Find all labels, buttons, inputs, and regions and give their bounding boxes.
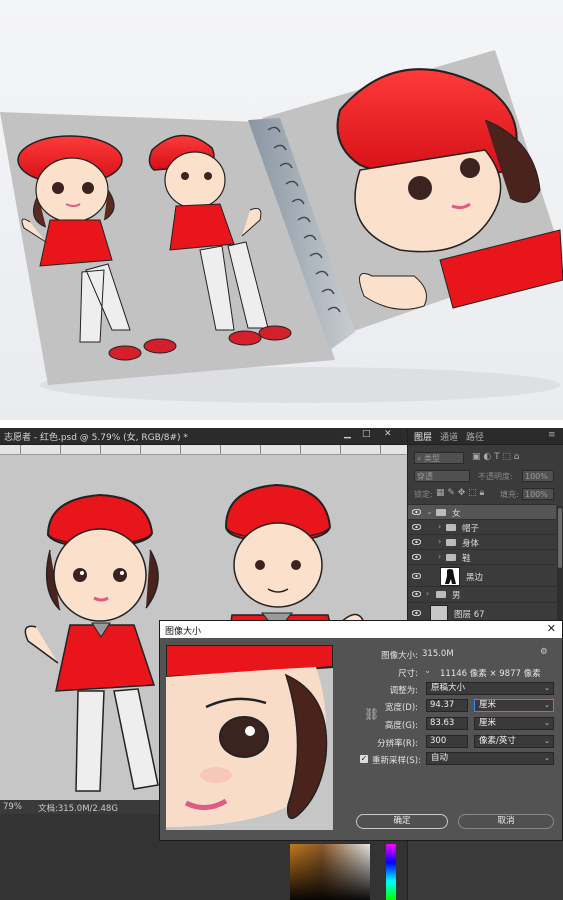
- chevron-right-icon[interactable]: ›: [426, 589, 429, 598]
- visibility-eye-icon[interactable]: [411, 572, 422, 580]
- opacity-input[interactable]: 100%: [522, 470, 554, 482]
- chevron-down-icon: ⌄: [544, 701, 550, 709]
- visibility-eye-icon[interactable]: [411, 590, 422, 598]
- image-size-label: 图像大小:: [381, 651, 418, 661]
- layer-group-body[interactable]: › 身体: [408, 534, 556, 549]
- photoshop-window: 志愿者 - 红色.psd @ 5.79% (女, RGB/8#) * ▁ □ ✕: [0, 428, 563, 900]
- chevron-down-icon[interactable]: ⌄: [426, 507, 433, 516]
- visibility-eye-icon[interactable]: [411, 508, 422, 516]
- layer-filter-row: ⌕ 类型 ▣ ◐ T ⬚ ⌂: [408, 450, 563, 466]
- document-tab-bar: 志愿者 - 红色.psd @ 5.79% (女, RGB/8#) * ▁ □ ✕: [0, 428, 407, 445]
- fit-to-label: 调整为:: [389, 686, 418, 696]
- fill-input[interactable]: 100%: [522, 488, 554, 500]
- ok-button[interactable]: 确定: [356, 814, 448, 829]
- tab-layers[interactable]: 图层: [414, 430, 432, 443]
- width-unit-select[interactable]: 厘米 ⌄: [474, 699, 554, 712]
- fill-label: 填充:: [500, 490, 519, 499]
- dimensions-value: 11146 像素 × 9877 像素: [440, 669, 541, 679]
- lock-row: 锁定: ▦ ✎ ✥ ⬚ 🔒︎ 填充: 100%: [408, 486, 563, 502]
- folder-icon: [446, 554, 456, 561]
- resample-checkbox[interactable]: ✓: [360, 755, 368, 763]
- height-label: 高度(G):: [384, 721, 418, 731]
- booklet-illustration: [0, 50, 563, 403]
- layer-group-hat[interactable]: › 帽子: [408, 519, 556, 534]
- resolution-label: 分辨率(R):: [377, 739, 418, 749]
- dialog-title: 图像大小: [165, 627, 202, 637]
- cancel-button[interactable]: 取消: [458, 814, 554, 829]
- dialog-titlebar: 图像大小 ✕: [160, 621, 562, 638]
- folder-icon: [436, 591, 446, 598]
- layer-group-shoes[interactable]: › 鞋: [408, 549, 556, 564]
- height-input[interactable]: 83.63: [426, 717, 468, 730]
- blend-mode-select[interactable]: 穿透: [414, 470, 470, 482]
- chevron-right-icon[interactable]: ›: [438, 537, 441, 546]
- layer-name: 帽子: [462, 524, 480, 534]
- visibility-eye-icon[interactable]: [411, 538, 422, 546]
- layer-name: 男: [452, 591, 461, 601]
- visibility-eye-icon[interactable]: [411, 609, 422, 617]
- layer-filter-select[interactable]: ⌕ 类型: [414, 452, 464, 464]
- layer-thumbnail: [430, 605, 448, 621]
- image-size-dialog: 图像大小 ✕ 图像大小: 315.0M ⚙ 尺寸: ⌄ 11146 像素 × 9…: [159, 620, 563, 841]
- layer-name: 身体: [462, 539, 480, 549]
- chevron-down-icon[interactable]: ⌄: [424, 666, 431, 676]
- lock-label: 锁定:: [414, 490, 433, 499]
- chevron-down-icon: ⌄: [544, 719, 550, 727]
- layer-67[interactable]: 图层 67: [408, 602, 556, 622]
- document-info[interactable]: 文档:315.0M/2.48G: [38, 802, 118, 814]
- gear-icon[interactable]: ⚙: [540, 647, 548, 657]
- close-icon[interactable]: ✕: [384, 429, 392, 439]
- chevron-right-icon[interactable]: ›: [438, 522, 441, 531]
- booklet-mockup-image: [0, 0, 563, 420]
- fit-to-select[interactable]: 原稿大小 ⌄: [426, 682, 554, 695]
- dimensions-label: 尺寸:: [398, 669, 418, 679]
- tab-channels[interactable]: 通道: [440, 430, 458, 443]
- lock-icons[interactable]: ▦ ✎ ✥ ⬚ 🔒︎: [436, 488, 484, 498]
- filter-icons[interactable]: ▣ ◐ T ⬚ ⌂: [472, 452, 520, 462]
- horizontal-ruler: [0, 445, 407, 455]
- layer-name: 鞋: [462, 554, 471, 564]
- status-bar: 79% 文档:315.0M/2.48G: [0, 800, 160, 814]
- width-label: 宽度(D):: [384, 703, 418, 713]
- folder-icon: [446, 539, 456, 546]
- layer-group-male[interactable]: › 男: [408, 586, 556, 602]
- layer-black-outline[interactable]: 黑边: [408, 564, 556, 586]
- folder-icon: [436, 509, 446, 516]
- visibility-eye-icon[interactable]: [411, 523, 422, 531]
- chevron-right-icon[interactable]: ›: [438, 552, 441, 561]
- layer-name: 图层 67: [454, 610, 485, 620]
- layer-group-female[interactable]: ⌄ 女: [408, 504, 556, 519]
- resample-select[interactable]: 自动 ⌄: [426, 752, 554, 765]
- panel-menu-icon[interactable]: ≡: [548, 430, 556, 440]
- resolution-input[interactable]: 300: [426, 735, 468, 748]
- scrollbar-thumb[interactable]: [558, 508, 562, 568]
- document-tab-title[interactable]: 志愿者 - 红色.psd @ 5.79% (女, RGB/8#) *: [4, 430, 188, 443]
- preview-artwork: [166, 645, 333, 830]
- maximize-icon[interactable]: □: [362, 429, 371, 439]
- resample-label: 重新采样(S):: [372, 756, 421, 766]
- tab-paths[interactable]: 路径: [466, 430, 484, 443]
- resolution-unit-select[interactable]: 像素/英寸 ⌄: [474, 735, 554, 748]
- layer-thumbnail: [440, 567, 460, 586]
- layer-name: 女: [452, 509, 461, 519]
- chevron-down-icon: ⌄: [544, 754, 550, 762]
- folder-icon: [446, 524, 456, 531]
- layer-name: 黑边: [466, 573, 484, 583]
- image-preview[interactable]: [166, 645, 333, 830]
- panel-tab-bar: 图层 通道 路径 ≡: [408, 428, 563, 445]
- zoom-readout[interactable]: 79%: [3, 802, 22, 812]
- close-icon[interactable]: ✕: [547, 622, 556, 635]
- hue-slider[interactable]: [386, 844, 396, 900]
- blend-row: 穿透 不透明度: 100%: [408, 468, 563, 484]
- width-input[interactable]: 94.37: [426, 699, 468, 712]
- minimize-icon[interactable]: ▁: [344, 429, 351, 439]
- height-unit-select[interactable]: 厘米 ⌄: [474, 717, 554, 730]
- visibility-eye-icon[interactable]: [411, 553, 422, 561]
- chevron-down-icon: ⌄: [544, 684, 550, 692]
- image-size-value: 315.0M: [422, 649, 454, 659]
- opacity-label: 不透明度:: [478, 472, 513, 481]
- chevron-down-icon: ⌄: [544, 737, 550, 745]
